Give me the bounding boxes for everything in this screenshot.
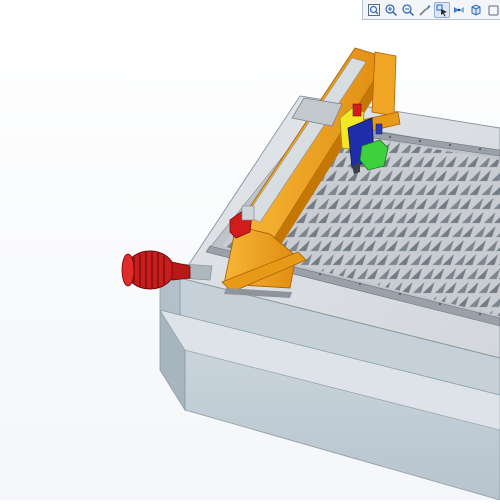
view-cube-icon bbox=[471, 3, 481, 16]
zoom-fit-button[interactable] bbox=[366, 2, 382, 18]
viewer-toolbar bbox=[362, 0, 500, 20]
view-cube-button[interactable] bbox=[468, 2, 484, 18]
select-icon bbox=[436, 4, 447, 16]
head-side-bracket bbox=[375, 123, 383, 135]
zoom-out-button[interactable] bbox=[400, 2, 416, 18]
display-style-button[interactable] bbox=[485, 2, 500, 18]
gantry-back-leg bbox=[371, 51, 397, 117]
display-style-icon bbox=[488, 5, 499, 15]
zoom-out-icon bbox=[402, 3, 415, 16]
zoom-in-icon bbox=[385, 3, 398, 16]
repaint-icon bbox=[419, 4, 431, 16]
spin-center-button[interactable] bbox=[451, 2, 467, 18]
head-red-cap bbox=[352, 103, 362, 117]
repaint-button[interactable] bbox=[417, 2, 433, 18]
laser-cutter-model bbox=[121, 47, 500, 501]
zoom-in-button[interactable] bbox=[383, 2, 399, 18]
select-button[interactable] bbox=[434, 1, 450, 18]
zoom-fit-icon bbox=[368, 3, 380, 16]
model-viewport[interactable] bbox=[0, 0, 500, 501]
gantry-y-motor-mount bbox=[241, 205, 255, 221]
spin-center-icon bbox=[454, 6, 464, 13]
